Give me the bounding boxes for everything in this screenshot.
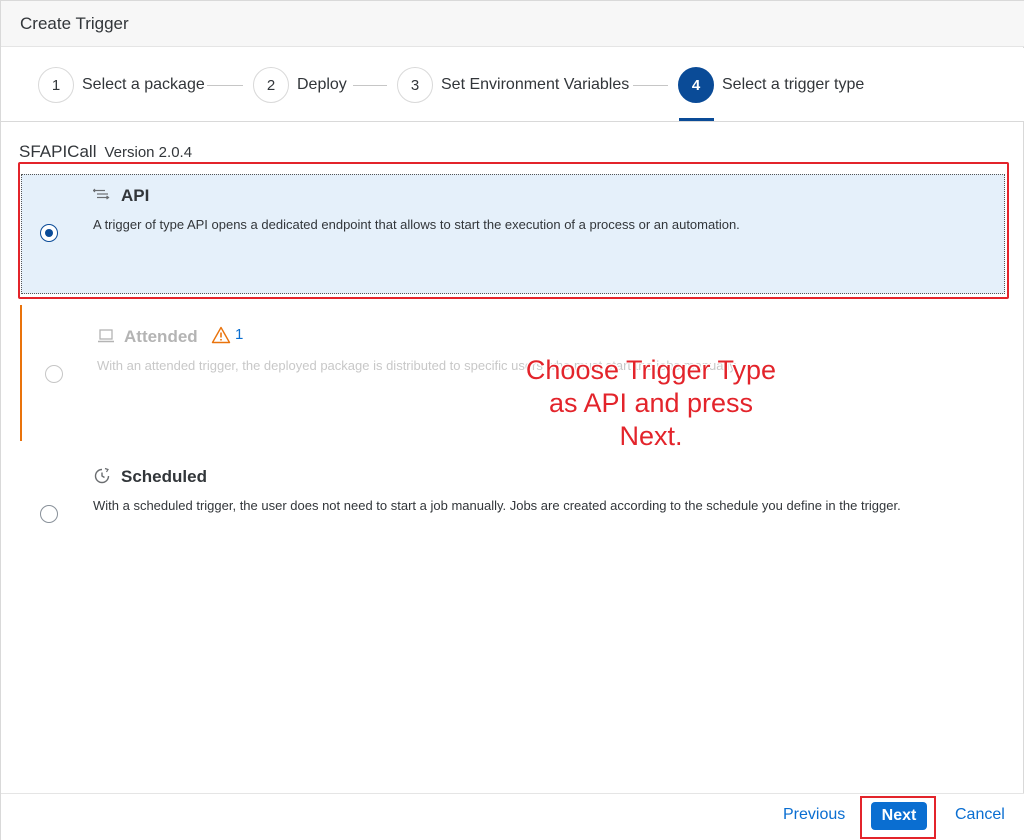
- scheduled-title: Scheduled: [121, 467, 207, 486]
- active-step-indicator: [679, 118, 714, 121]
- instruction-annotation: Choose Trigger Type as API and press Nex…: [501, 354, 801, 453]
- package-info: SFAPICall Version 2.0.4: [19, 142, 192, 162]
- step-connector: [353, 85, 387, 86]
- wizard-progress: 1 Select a package 2 Deploy 3 Set Enviro…: [1, 48, 1024, 122]
- warning-count[interactable]: 1: [235, 326, 243, 343]
- annotation-line: as API and press: [548, 388, 754, 418]
- wizard-step-3[interactable]: 3 Set Environment Variables: [397, 67, 629, 103]
- annotation-line: Next.: [619, 421, 683, 451]
- laptop-icon: [98, 329, 114, 343]
- step-number: 3: [397, 67, 433, 103]
- annotation-highlight-next: [860, 796, 936, 839]
- package-name: SFAPICall: [19, 142, 97, 161]
- dialog-title: Create Trigger: [20, 14, 129, 33]
- attended-radio: [45, 365, 63, 383]
- annotation-line: Choose Trigger Type: [525, 355, 777, 385]
- clock-icon: [94, 467, 110, 484]
- step-label: Deploy: [297, 76, 347, 93]
- step-label: Set Environment Variables: [441, 76, 630, 93]
- cancel-button[interactable]: Cancel: [955, 806, 1005, 824]
- api-title: API: [121, 186, 150, 205]
- step-number: 1: [38, 67, 74, 103]
- package-version: Version 2.0.4: [104, 144, 193, 161]
- warning-icon[interactable]: [211, 326, 231, 344]
- scheduled-description: With a scheduled trigger, the user does …: [93, 498, 901, 513]
- attended-title: Attended: [124, 327, 198, 346]
- step-number: 4: [678, 67, 714, 103]
- api-radio[interactable]: [40, 224, 58, 242]
- warning-indicator-bar: [20, 305, 22, 441]
- wizard-step-1[interactable]: 1 Select a package: [38, 67, 205, 103]
- wizard-step-4[interactable]: 4 Select a trigger type: [678, 67, 864, 103]
- step-connector: [207, 85, 243, 86]
- step-number: 2: [253, 67, 289, 103]
- api-icon: [93, 188, 110, 200]
- previous-button[interactable]: Previous: [783, 806, 845, 824]
- dialog-header: Create Trigger: [1, 1, 1024, 47]
- step-connector: [633, 85, 668, 86]
- step-label: Select a trigger type: [722, 76, 865, 93]
- wizard-step-2[interactable]: 2 Deploy: [253, 67, 347, 103]
- api-description: A trigger of type API opens a dedicated …: [93, 217, 740, 232]
- create-trigger-dialog: Create Trigger 1 Select a package 2 Depl…: [0, 0, 1024, 840]
- step-label: Select a package: [82, 76, 205, 93]
- scheduled-radio[interactable]: [40, 505, 58, 523]
